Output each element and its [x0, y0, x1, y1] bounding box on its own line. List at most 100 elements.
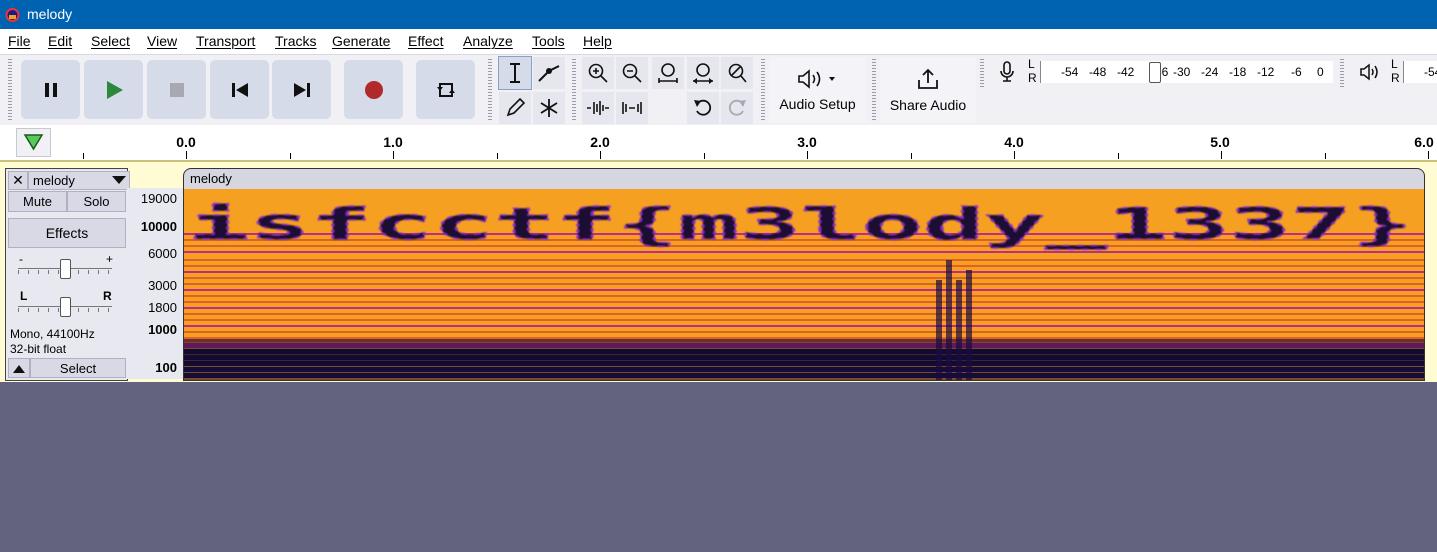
pan-slider[interactable]: [18, 297, 112, 317]
time-label: 3.0: [797, 134, 817, 150]
record-meter-button[interactable]: [991, 57, 1023, 87]
track-name: melody: [33, 173, 75, 188]
record-meter-bar[interactable]: -54 -48 -42 -36 -30 -24 -18 -12 -6 0: [1040, 61, 1333, 83]
spectrogram[interactable]: isfcctf{m3lody_1337}: [184, 189, 1424, 380]
menu-generate[interactable]: Generate: [332, 33, 390, 49]
gain-slider[interactable]: [18, 259, 112, 279]
skip-to-start-button[interactable]: [210, 60, 269, 119]
spectrogram-band: [184, 271, 1424, 273]
record-button[interactable]: [344, 60, 403, 119]
effects-button[interactable]: Effects: [8, 218, 126, 248]
zoom-fit-icon: [693, 63, 713, 84]
trim-icon: [587, 101, 609, 115]
silence-audio-button[interactable]: [616, 92, 648, 124]
collapse-track-button[interactable]: [8, 358, 30, 378]
playback-meter-button[interactable]: [1353, 57, 1387, 87]
audio-setup-label: Audio Setup: [779, 96, 856, 112]
menu-transport[interactable]: Transport: [196, 33, 255, 49]
pan-slider-thumb[interactable]: [60, 297, 71, 317]
zoom-toggle-button[interactable]: [721, 57, 753, 89]
toolbar-grip[interactable]: [761, 59, 765, 122]
triangle-up-icon: [13, 364, 25, 373]
freq-label: 6000: [148, 246, 177, 261]
timeline-tick: [186, 151, 187, 159]
spectrogram-band: [184, 265, 1424, 267]
timeline-tick: [703, 153, 705, 159]
draw-tool[interactable]: [499, 92, 531, 124]
menu-edit[interactable]: Edit: [48, 33, 72, 49]
timeline-tick: [1014, 151, 1015, 159]
spectrogram-band: [184, 357, 1424, 365]
toolbar-grip[interactable]: [488, 59, 492, 122]
frequency-ruler[interactable]: 19000 10000 6000 3000 1800 1000 100: [127, 188, 183, 379]
toolbar-grip[interactable]: [1340, 59, 1344, 89]
playback-meter-bar[interactable]: -54: [1403, 61, 1437, 83]
menu-tools[interactable]: Tools: [532, 33, 565, 49]
time-label: 5.0: [1210, 134, 1230, 150]
freq-label: 19000: [140, 191, 177, 206]
fit-project-button[interactable]: [687, 57, 719, 89]
selection-tool[interactable]: [498, 56, 532, 90]
menu-tracks[interactable]: Tracks: [275, 33, 316, 49]
time-label: 4.0: [1004, 134, 1024, 150]
track-name-menu[interactable]: melody: [28, 171, 130, 190]
audio-clip[interactable]: melody isfcctf{m3lody_1337}: [183, 168, 1425, 381]
toolbar-grip[interactable]: [980, 59, 984, 89]
menu-effect[interactable]: Effect: [408, 33, 444, 49]
solo-button[interactable]: Solo: [67, 191, 126, 212]
toolbar-grip[interactable]: [872, 59, 876, 122]
empty-workspace: [0, 382, 1437, 552]
timeline-tick: [393, 151, 394, 159]
meter-tick: -6: [1291, 65, 1302, 79]
zoom-in-button[interactable]: [582, 57, 614, 89]
timeline-tick: [1117, 153, 1119, 159]
title-bar: melody: [0, 0, 1437, 29]
speaker-icon: [1360, 63, 1378, 81]
spectrogram-burst: [946, 260, 952, 380]
clip-title-bar[interactable]: melody: [184, 169, 1424, 189]
skip-to-end-button[interactable]: [272, 60, 331, 119]
spectrogram-band: [184, 259, 1424, 261]
toolbar-grip[interactable]: [572, 59, 576, 122]
asterisk-icon: [540, 99, 558, 117]
menu-file[interactable]: File: [8, 33, 31, 49]
time-label: 6.0: [1414, 134, 1434, 150]
play-button[interactable]: [84, 60, 143, 119]
gain-slider-thumb[interactable]: [60, 259, 71, 279]
share-icon: [918, 68, 938, 89]
meter-tick: -48: [1089, 65, 1107, 79]
toolbar-grip[interactable]: [8, 59, 12, 122]
fit-selection-button[interactable]: [652, 57, 684, 89]
meter-tick: -12: [1257, 65, 1275, 79]
menu-help[interactable]: Help: [583, 33, 612, 49]
spectrogram-burst: [936, 280, 942, 380]
multi-tool[interactable]: [533, 92, 565, 124]
meter-tick: -54: [1424, 65, 1437, 79]
loop-button[interactable]: [416, 60, 475, 119]
zoom-out-icon: [622, 63, 642, 83]
menu-analyze[interactable]: Analyze: [463, 33, 513, 49]
trim-audio-button[interactable]: [582, 92, 614, 124]
chevron-down-icon: [112, 176, 126, 184]
mute-button[interactable]: Mute: [8, 191, 67, 212]
timeline-ruler[interactable]: 0.0 1.0 2.0 3.0 4.0 5.0 6.0: [0, 125, 1437, 161]
share-audio-button[interactable]: Share Audio: [880, 57, 976, 123]
stop-button[interactable]: [147, 60, 206, 119]
envelope-tool[interactable]: [533, 57, 565, 89]
freq-label: 1000: [148, 322, 177, 337]
redo-button[interactable]: [721, 92, 753, 124]
zoom-out-button[interactable]: [616, 57, 648, 89]
redo-icon: [728, 99, 746, 116]
undo-button[interactable]: [687, 92, 719, 124]
menu-view[interactable]: View: [147, 33, 177, 49]
audio-setup-button[interactable]: Audio Setup: [769, 57, 866, 123]
select-track-button[interactable]: Select: [30, 358, 126, 378]
close-track-button[interactable]: ✕: [8, 171, 28, 190]
meter-slider-thumb[interactable]: [1149, 62, 1161, 83]
menu-select[interactable]: Select: [91, 33, 130, 49]
timeline-tick: [1221, 151, 1222, 159]
play-head-button[interactable]: [16, 128, 51, 157]
stop-icon: [169, 82, 184, 97]
pause-button[interactable]: [21, 60, 80, 119]
meter-right-label: R: [1028, 71, 1037, 85]
